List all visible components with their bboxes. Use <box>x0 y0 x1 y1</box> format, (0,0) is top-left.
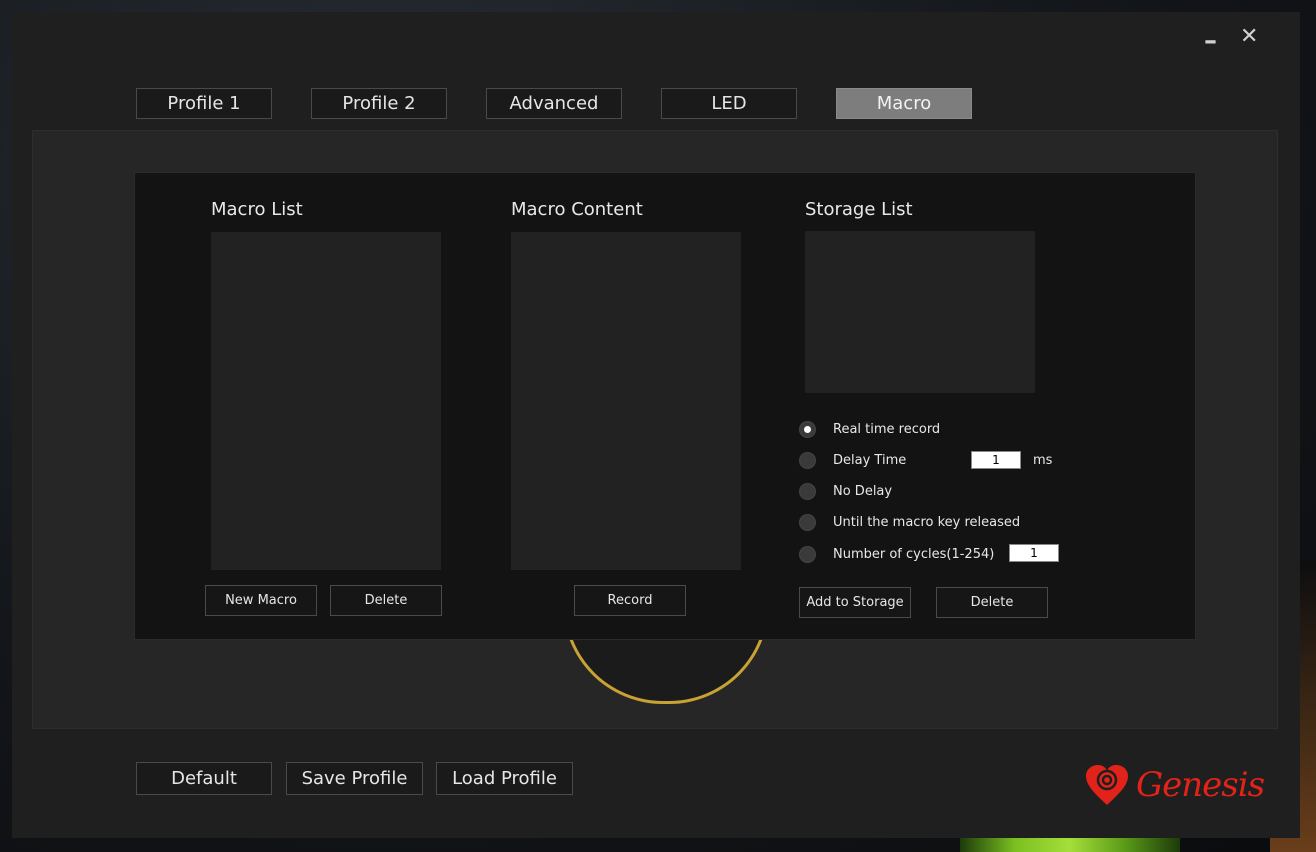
close-icon[interactable]: ✕ <box>1240 26 1258 48</box>
tab-profile-2[interactable]: Profile 2 <box>311 88 447 119</box>
cycles-input[interactable] <box>1009 544 1059 562</box>
delay-unit-label: ms <box>1033 453 1053 468</box>
record-button[interactable]: Record <box>574 585 686 616</box>
macro-content-title: Macro Content <box>511 199 643 220</box>
tab-profile-1[interactable]: Profile 1 <box>136 88 272 119</box>
macro-list-box[interactable] <box>211 232 441 570</box>
storage-list-box[interactable] <box>805 231 1035 393</box>
save-profile-button[interactable]: Save Profile <box>286 762 423 795</box>
cycles-label: Number of cycles(1-254) <box>833 546 995 562</box>
load-profile-button[interactable]: Load Profile <box>436 762 573 795</box>
macro-content-box[interactable] <box>511 232 741 570</box>
option-delay-time[interactable]: Delay Time <box>799 450 906 470</box>
add-to-storage-button[interactable]: Add to Storage <box>799 587 911 618</box>
default-button[interactable]: Default <box>136 762 272 795</box>
until-released-label: Until the macro key released <box>833 514 1021 530</box>
no-delay-label: No Delay <box>833 483 893 499</box>
tab-macro[interactable]: Macro <box>836 88 972 119</box>
macro-panel: Macro List New Macro Delete Macro Conten… <box>134 172 1196 640</box>
radio-until-released[interactable] <box>799 513 816 531</box>
delete-macro-button[interactable]: Delete <box>330 585 442 616</box>
tab-advanced[interactable]: Advanced <box>486 88 622 119</box>
delay-time-input[interactable] <box>971 451 1021 469</box>
option-number-of-cycles[interactable]: Number of cycles(1-254) <box>799 544 994 564</box>
radio-delay-time[interactable] <box>799 451 816 469</box>
background-image-glow <box>960 836 1180 852</box>
radio-cycles[interactable] <box>799 545 816 563</box>
new-macro-button[interactable]: New Macro <box>205 585 317 616</box>
brand-name: Genesis <box>1136 765 1265 805</box>
radio-no-delay[interactable] <box>799 482 816 500</box>
minus-icon[interactable]: – <box>1204 28 1217 54</box>
storage-list-title: Storage List <box>805 199 913 220</box>
macro-list-title: Macro List <box>211 199 303 220</box>
app-window: – ✕ Profile 1 Profile 2 Advanced LED Mac… <box>12 12 1300 838</box>
delete-storage-button[interactable]: Delete <box>936 587 1048 618</box>
option-real-time-record[interactable]: Real time record <box>799 419 940 439</box>
genesis-spiral-icon <box>1086 765 1128 805</box>
option-until-released[interactable]: Until the macro key released <box>799 512 1020 532</box>
tab-led[interactable]: LED <box>661 88 797 119</box>
genesis-logo: Genesis <box>1084 760 1284 810</box>
option-no-delay[interactable]: No Delay <box>799 481 892 501</box>
delay-time-label: Delay Time <box>833 452 907 468</box>
radio-real-time[interactable] <box>799 420 816 438</box>
real-time-label: Real time record <box>833 421 941 437</box>
